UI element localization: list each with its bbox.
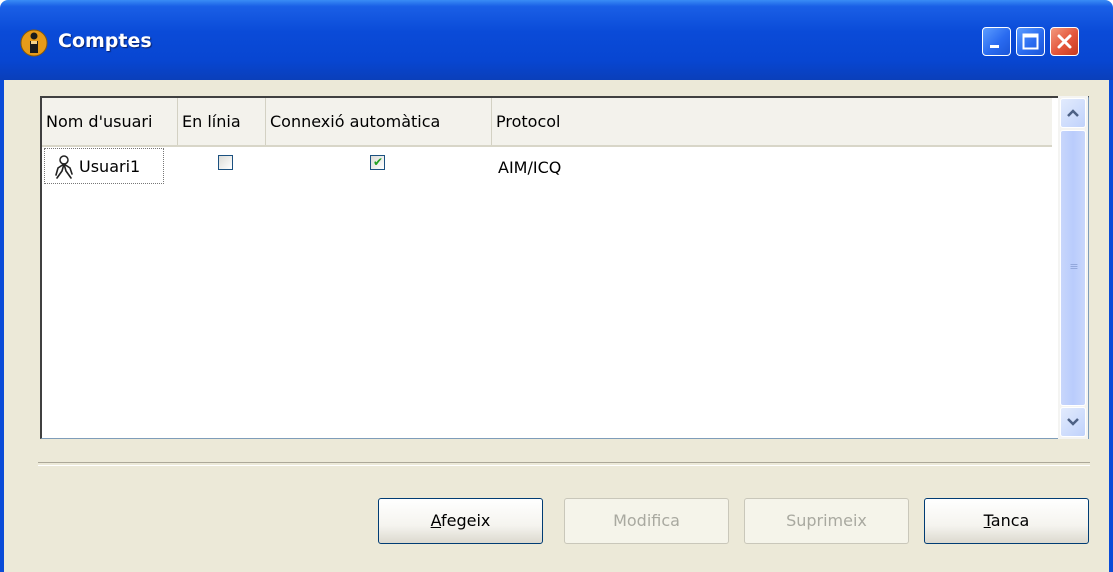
add-button-label: fegeix [440,511,491,530]
vertical-scrollbar[interactable]: ≡ [1058,96,1088,439]
username-cell[interactable]: Usuari1 [44,148,164,184]
scroll-grip-icon: ≡ [1069,260,1079,273]
column-header-protocol[interactable]: Protocol [492,98,1052,145]
maximize-icon [1022,33,1039,50]
chevron-down-icon [1067,418,1079,426]
modify-button-label: Modifica [613,511,680,530]
modify-button[interactable]: Modifica [564,498,729,544]
add-button-accel: A [430,511,441,530]
close-button-label: anca [990,511,1030,530]
add-button[interactable]: Afegeix [378,498,543,544]
delete-button[interactable]: Suprimeix [744,498,909,544]
list-header: Nom d'usuari En línia Connexió automàtic… [42,98,1052,147]
accounts-window: Comptes Nom d'usuari En línia Connexió a… [0,0,1113,572]
online-checkbox[interactable] [218,155,233,170]
table-row[interactable]: Usuari1 ✔ AIM/ICQ [42,146,1052,186]
scrollbar-thumb[interactable]: ≡ [1060,130,1086,406]
divider [38,462,1090,466]
scroll-down-button[interactable] [1060,407,1086,437]
chevron-up-icon [1067,109,1079,117]
window-frame-right [1109,80,1113,572]
minimize-button[interactable] [982,27,1011,56]
title-bar[interactable]: Comptes [0,0,1113,80]
close-window-button[interactable] [1050,27,1079,56]
checkmark-icon: ✔ [373,155,384,169]
column-header-auto-connect[interactable]: Connexió automàtica [266,98,492,145]
auto-connect-checkbox[interactable]: ✔ [370,155,385,170]
close-icon [1057,34,1072,49]
column-header-online[interactable]: En línia [178,98,266,145]
delete-button-label: Suprimeix [786,511,867,530]
close-button[interactable]: Tanca [924,498,1089,544]
accounts-list[interactable]: Nom d'usuari En línia Connexió automàtic… [40,96,1089,439]
username-label: Usuari1 [79,157,141,176]
scroll-up-button[interactable] [1060,98,1086,128]
window-title: Comptes [58,30,152,52]
close-button-accel: T [983,511,991,530]
user-info-icon [20,29,48,57]
protocol-cell: AIM/ICQ [498,158,562,177]
column-header-username[interactable]: Nom d'usuari [42,98,178,145]
maximize-button[interactable] [1016,27,1045,56]
minimize-icon [990,45,999,48]
user-icon [55,155,73,179]
